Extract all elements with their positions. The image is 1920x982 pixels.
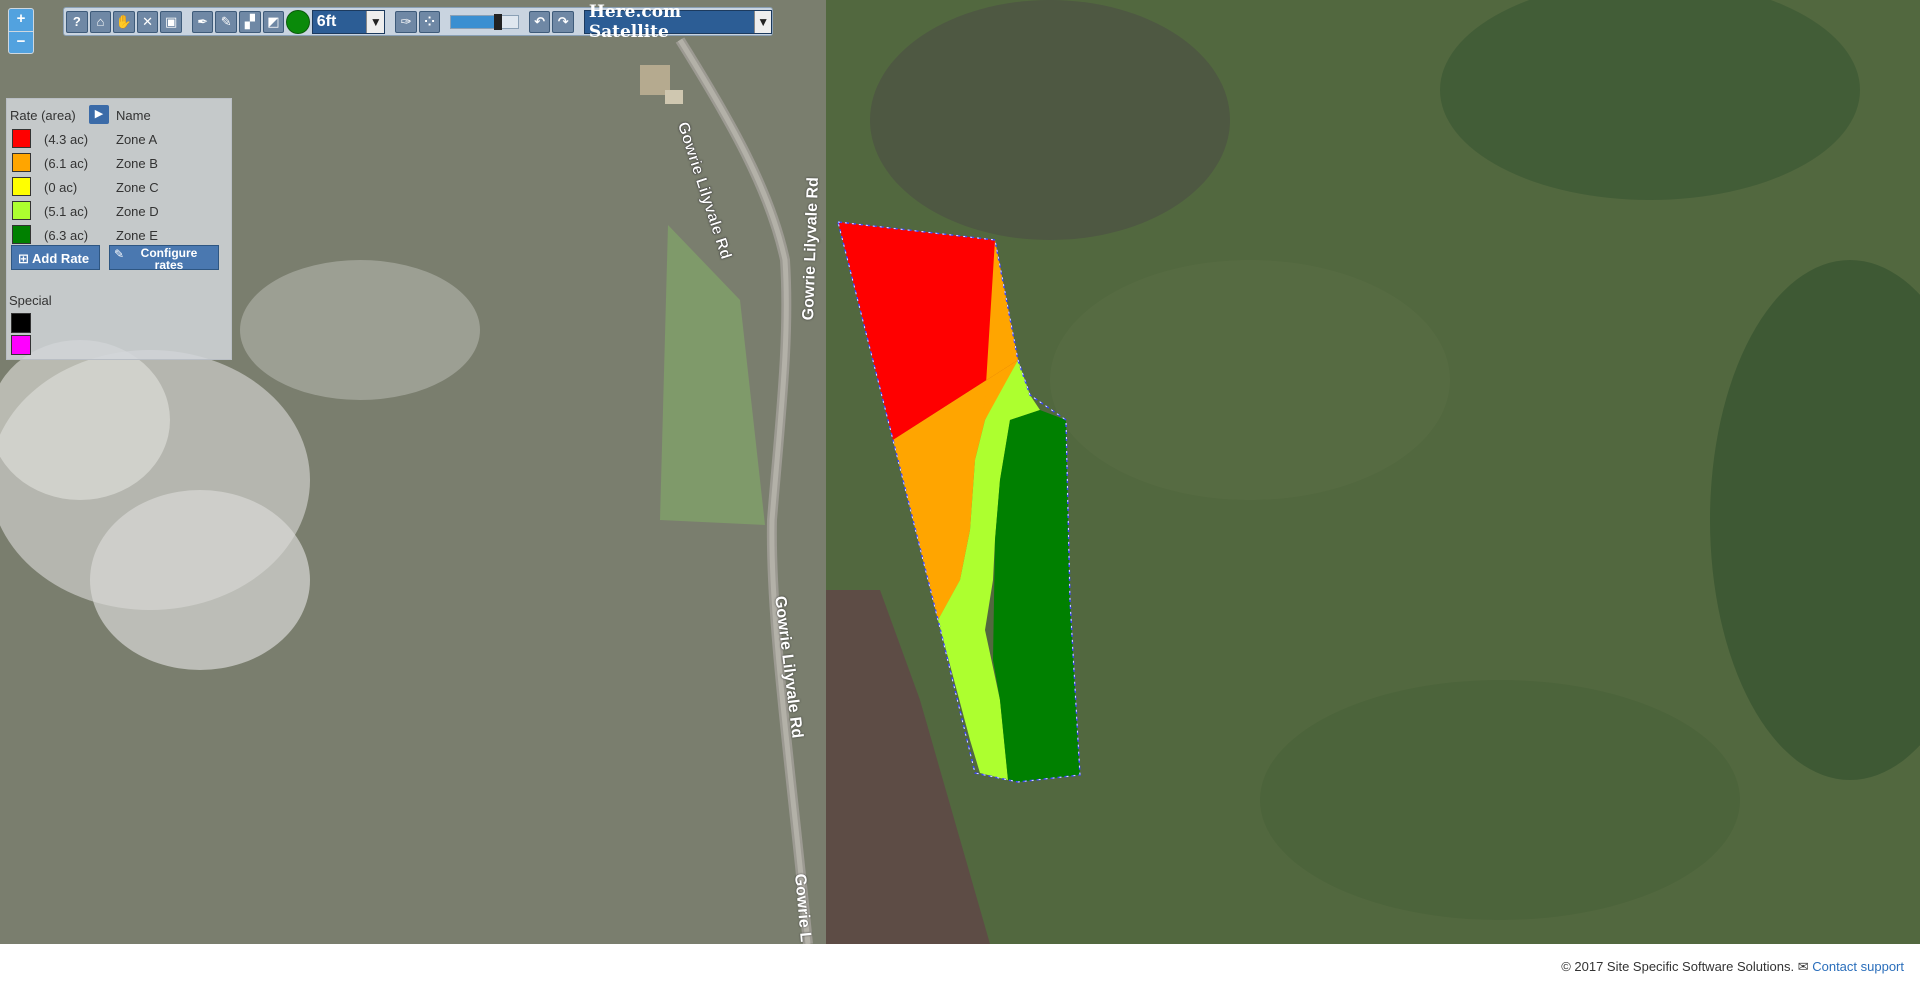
eyedropper-icon[interactable]: ✑ (395, 10, 417, 33)
play-icon[interactable]: ▶ (89, 105, 109, 124)
redo-icon[interactable]: ↷ (552, 10, 574, 33)
zone-area: (4.3 ac) (44, 132, 89, 147)
close-icon[interactable]: ✕ (136, 10, 159, 33)
home-icon[interactable]: ⌂ (89, 10, 112, 33)
opacity-slider[interactable] (450, 13, 519, 30)
plus-box-icon: ⊞ (18, 251, 29, 266)
special-label: Special (9, 293, 52, 308)
zone-name[interactable]: Zone E (116, 228, 158, 243)
zone-row[interactable]: (4.3 ac) Zone A (10, 128, 230, 150)
add-rate-button[interactable]: ⊞ Add Rate (11, 245, 100, 270)
zone-row[interactable]: (5.1 ac) Zone D (10, 200, 230, 222)
add-rate-label: Add Rate (32, 251, 90, 266)
zone-row[interactable]: (6.3 ac) Zone E (10, 224, 230, 246)
zone-color-swatch[interactable] (12, 177, 31, 196)
zone-color-swatch[interactable] (12, 201, 31, 220)
opacity-knob[interactable] (493, 13, 502, 30)
rate-legend-panel: Rate (area) ▶ Name (4.3 ac) Zone A (6.1 ac… (6, 98, 232, 360)
footer: © 2017 Site Specific Software Solutions.… (0, 944, 1920, 982)
chevron-down-icon: ▼ (366, 10, 385, 33)
basemap-select[interactable]: Here.com Satellite ▼ (583, 2, 773, 42)
zone-color-swatch[interactable] (12, 153, 31, 172)
help-icon[interactable]: ? (66, 10, 88, 33)
zone-row[interactable]: (0 ac) Zone C (10, 176, 230, 198)
pencil-icon[interactable]: ✎ (215, 10, 238, 33)
pipette-icon[interactable]: ✒ (191, 10, 214, 33)
zoom-in-button[interactable]: + (9, 9, 33, 31)
opacity-fill (451, 15, 498, 28)
zoom-out-button[interactable]: − (9, 31, 33, 53)
brush-size-value: 6ft (316, 12, 337, 30)
envelope-icon: ✉ (1797, 959, 1809, 974)
zone-name[interactable]: Zone A (116, 132, 157, 147)
zone-color-swatch[interactable] (12, 225, 31, 244)
zone-area: (5.1 ac) (44, 204, 89, 219)
zone-area: (6.1 ac) (44, 156, 89, 171)
special-swatch-magenta[interactable] (11, 335, 31, 355)
contact-support-link[interactable]: Contact support (1812, 959, 1904, 974)
pan-hand-icon[interactable]: ✋ (113, 10, 135, 33)
paint-icon[interactable]: ▞ (239, 10, 261, 33)
scatter-icon[interactable]: ⁘ (418, 10, 441, 33)
chevron-down-icon: ▼ (754, 10, 772, 33)
special-swatch-black[interactable] (11, 313, 31, 333)
name-header: Name (116, 108, 151, 123)
eraser-icon[interactable]: ◩ (262, 10, 285, 33)
zone-area: (0 ac) (44, 180, 78, 195)
zone-color-swatch[interactable] (12, 129, 31, 148)
zone-name[interactable]: Zone C (116, 180, 159, 195)
toolbar: ? ⌂ ✋ ✕ ▣ ✒ ✎ ▞ ◩ 6ft ▼ ✑ ⁘ ↶ ↷ Here.com… (63, 2, 773, 42)
satellite-map[interactable]: Gowrie Lilyvale Rd Gowrie Lilyvale Rd Go… (0, 0, 1920, 944)
zone-name[interactable]: Zone B (116, 156, 158, 171)
configure-label-rates: rates (154, 258, 184, 272)
brush-size-select[interactable]: 6ft ▼ (311, 9, 386, 34)
undo-icon[interactable]: ↶ (528, 10, 551, 33)
save-icon[interactable]: ▣ (160, 10, 182, 33)
basemap-value: Here.com Satellite (588, 1, 682, 42)
legend-header: Rate (area) ▶ Name (10, 105, 230, 125)
edit-icon: ✎ (114, 247, 125, 261)
zoom-control: + − (8, 8, 34, 54)
active-color-swatch[interactable] (286, 9, 310, 34)
rate-header: Rate (area) (10, 108, 76, 123)
zone-name[interactable]: Zone D (116, 204, 159, 219)
zone-area: (6.3 ac) (44, 228, 89, 243)
zone-row[interactable]: (6.1 ac) Zone B (10, 152, 230, 174)
configure-rates-button[interactable]: ✎ Configure rates (109, 245, 219, 272)
copyright-text: © 2017 Site Specific Software Solutions. (1561, 959, 1795, 974)
